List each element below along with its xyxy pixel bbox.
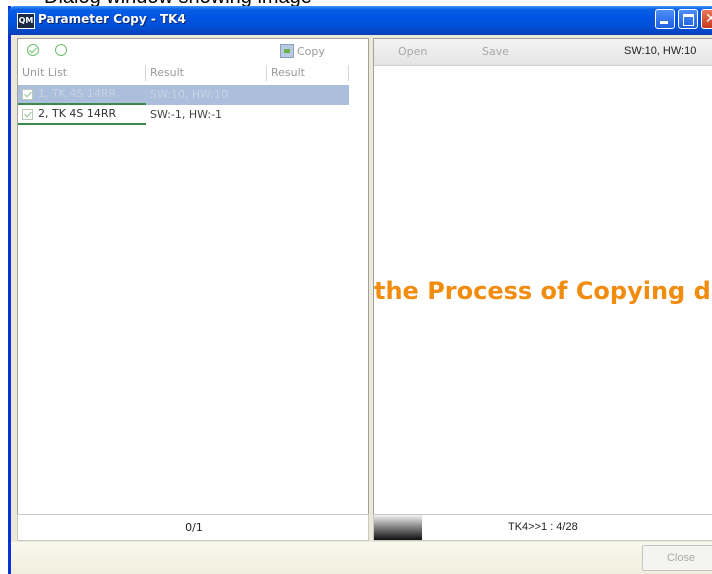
column-header-unit-list[interactable]: Unit List [18, 65, 146, 81]
unit-count-text: 0/1 [185, 521, 203, 534]
copy-button-label: Copy [297, 44, 325, 58]
unit-name: 2, TK 4S 14RR [38, 107, 117, 120]
result-cell: SW:10, HW:10 [146, 85, 267, 105]
copy-icon [280, 44, 294, 58]
progress-status: TK4>>1 : 4/28 [373, 514, 712, 541]
parameter-copy-window: QM Parameter Copy - TK4 ✕ Copy Unit List… [8, 6, 712, 574]
minimize-button[interactable] [655, 9, 675, 29]
copy-button[interactable]: Copy [280, 42, 325, 60]
copy-process-message: the Process of Copying data [374, 277, 712, 305]
save-button[interactable]: Save [482, 45, 509, 58]
deselect-radio-icon[interactable] [55, 44, 67, 56]
screen: Dialog window showing image QM Parameter… [0, 0, 712, 574]
unit-name: 1, TK 4S 14RR [38, 87, 117, 100]
result-cell-2 [267, 85, 349, 105]
close-button[interactable]: Close [642, 545, 712, 571]
unit-cell: 1, TK 4S 14RR [18, 85, 146, 105]
result-cell: SW:-1, HW:-1 [150, 108, 223, 121]
close-icon: ✕ [705, 11, 712, 27]
check-icon[interactable] [22, 108, 33, 120]
column-header-result[interactable]: Result [146, 65, 267, 81]
column-header-result-2[interactable]: Result [267, 65, 349, 81]
progress-bar [374, 515, 422, 540]
select-all-check-icon[interactable] [27, 44, 39, 56]
table-row[interactable]: 2, TK 4S 14RR SW:-1, HW:-1 [18, 105, 349, 125]
open-button[interactable]: Open [398, 45, 427, 58]
list-header: Unit List Result Result [18, 65, 349, 81]
left-toolbar: Copy [18, 39, 368, 63]
check-icon[interactable] [22, 88, 33, 100]
title-bar[interactable]: QM Parameter Copy - TK4 ✕ [8, 6, 712, 35]
unit-list-panel: Copy Unit List Result Result 1, TK 4S 14… [17, 38, 369, 516]
right-toolbar: Open Save SW:10, HW:10 [374, 39, 712, 66]
unit-count-status: 0/1 [17, 514, 369, 541]
window-title: Parameter Copy - TK4 [38, 12, 186, 26]
progress-text: TK4>>1 : 4/28 [508, 521, 578, 533]
app-icon: QM [17, 13, 35, 29]
table-row[interactable]: 1, TK 4S 14RR SW:10, HW:10 [18, 85, 349, 105]
unit-cell: 2, TK 4S 14RR [18, 105, 146, 125]
maximize-button[interactable] [678, 9, 698, 29]
close-window-button[interactable]: ✕ [701, 9, 712, 29]
result-cell-2 [267, 105, 349, 125]
bottom-bar: Close [11, 542, 712, 574]
parameter-view-panel: Open Save SW:10, HW:10 the Process of Co… [373, 38, 712, 516]
version-label: SW:10, HW:10 [624, 45, 697, 57]
